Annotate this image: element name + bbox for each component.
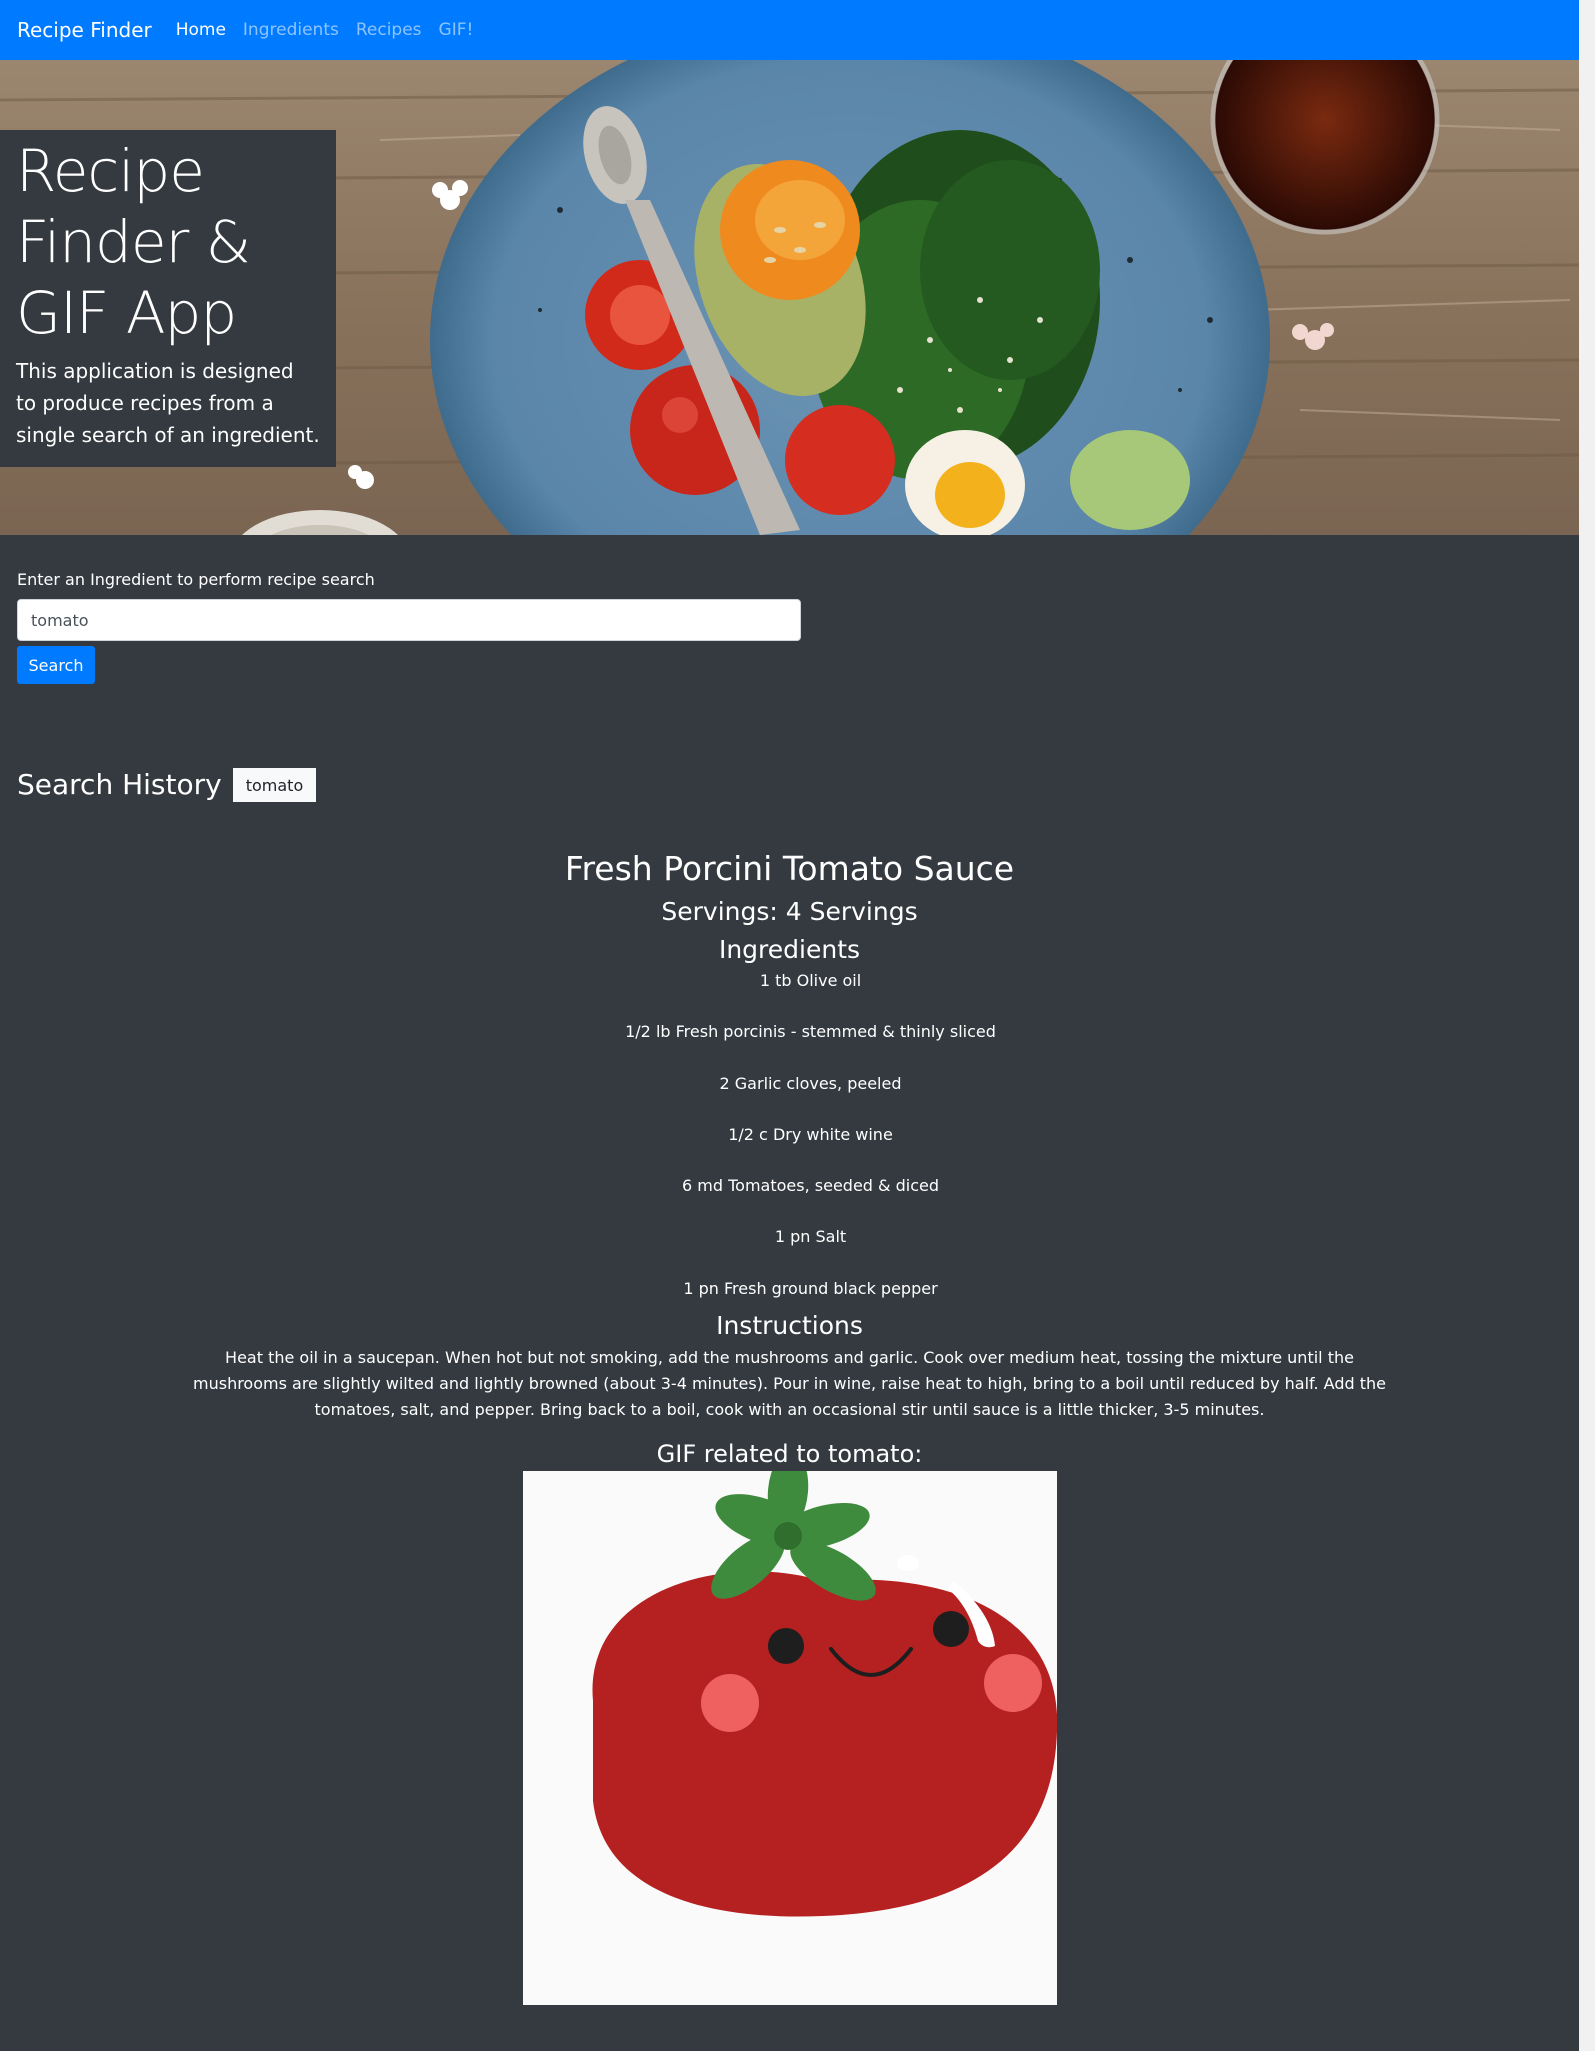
hero-banner: Recipe Finder & GIF App This application… [0, 60, 1579, 535]
recipe-title: Fresh Porcini Tomato Sauce [564, 849, 1015, 888]
recipe-instructions: Heat the oil in a saucepan. When hot but… [193, 1347, 1386, 1419]
ingredients-heading: Ingredients [718, 935, 861, 964]
ingredient-item: 1 pn Salt [774, 1227, 847, 1247]
gif-heading: GIF related to tomato: [656, 1439, 923, 1468]
nav-link-ingredients[interactable]: Ingredients [243, 20, 339, 40]
search-history-title: Search History [17, 767, 222, 801]
hero-title: Recipe Finder & GIF App [16, 136, 320, 349]
ingredient-item: 1/2 c Dry white wine [728, 1124, 893, 1144]
ingredient-item: 1 tb Olive oil [759, 971, 862, 990]
navbar: Recipe Finder Home Ingredients Recipes G… [0, 0, 1579, 60]
search-history: Search History tomato [17, 766, 317, 802]
hero-title-line-2: Finder & [16, 208, 251, 276]
navbar-brand[interactable]: Recipe Finder [17, 18, 152, 42]
tomato-illustration [522, 1470, 1057, 2005]
search-input[interactable] [17, 599, 801, 641]
ingredient-item: 2 Garlic cloves, peeled [719, 1073, 902, 1093]
hero-title-line-3: GIF App [16, 279, 237, 347]
search-button[interactable]: Search [17, 646, 95, 684]
search-form: Enter an Ingredient to perform recipe se… [17, 570, 801, 684]
ingredient-list: 1 tb Olive oil 1/2 lb Fresh porcinis - s… [0, 969, 1579, 1307]
ingredient-item: 1/2 lb Fresh porcinis - stemmed & thinly… [625, 1022, 996, 1042]
instructions-heading: Instructions [716, 1310, 863, 1340]
nav-link-gif[interactable]: GIF! [439, 20, 474, 40]
scrollbar-track[interactable] [1579, 0, 1595, 2051]
history-item-tomato[interactable]: tomato [232, 768, 317, 802]
ingredient-item: 1 pn Fresh ground black pepper [683, 1278, 938, 1298]
search-label: Enter an Ingredient to perform recipe se… [17, 570, 375, 589]
nav-link-home[interactable]: Home [176, 20, 226, 40]
nav-link-recipes[interactable]: Recipes [356, 20, 422, 40]
jumbotron: Recipe Finder & GIF App This application… [0, 130, 336, 467]
recipe-servings: Servings: 4 Servings [661, 897, 918, 926]
tomato-gif [522, 1470, 1057, 2005]
hero-title-line-1: Recipe [16, 137, 205, 205]
hero-lead: This application is designed to produce … [16, 359, 320, 447]
ingredient-item: 6 md Tomatoes, seeded & diced [682, 1176, 939, 1196]
recipe-card: Fresh Porcini Tomato Sauce Servings: 4 S… [0, 845, 1579, 2005]
